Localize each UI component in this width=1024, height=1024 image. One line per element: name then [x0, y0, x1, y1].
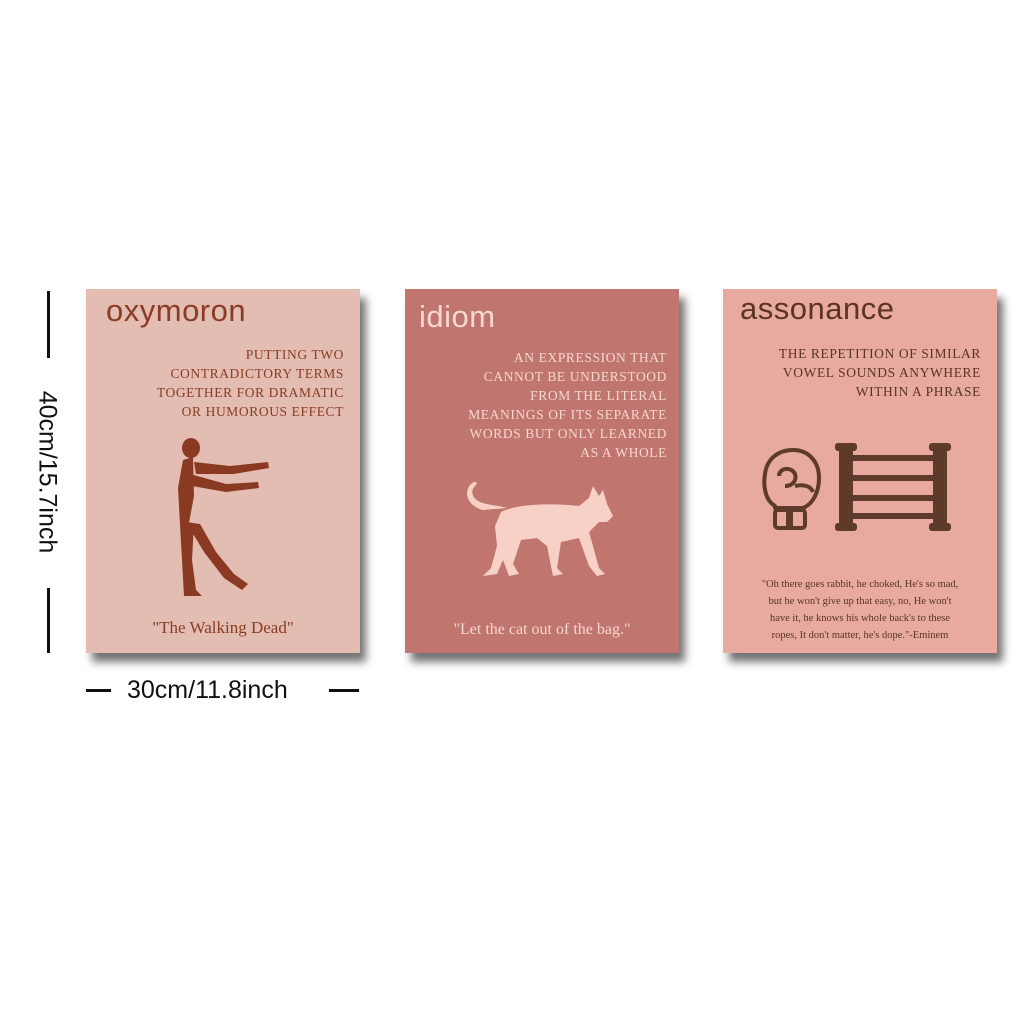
poster-idiom: idiom AN EXPRESSION THAT CANNOT BE UNDER…	[405, 289, 679, 653]
quote-line: ropes, It don't matter, he's dope."-Emin…	[771, 630, 949, 641]
height-label: 40cm/15.7inch	[33, 390, 62, 554]
width-marker-right-line	[329, 689, 359, 692]
definition-line: AS A WHOLE	[580, 445, 667, 460]
poster-quote: "Oh there goes rabbit, he choked, He's s…	[723, 576, 997, 644]
poster-quote: "Let the cat out of the bag."	[453, 621, 631, 638]
poster-quote: "The Walking Dead"	[152, 618, 294, 637]
height-marker-bottom-line	[47, 588, 50, 653]
poster-definition: THE REPETITION OF SIMILAR VOWEL SOUNDS A…	[779, 344, 981, 401]
poster-oxymoron: oxymoron PUTTING TWO CONTRADICTORY TERMS…	[86, 289, 360, 653]
definition-line: THE REPETITION OF SIMILAR	[778, 346, 981, 361]
definition-line: WITHIN A PHRASE	[855, 384, 981, 399]
boxing-glove-icon	[762, 448, 821, 530]
height-marker-top-line	[47, 291, 50, 358]
definition-line: AN EXPRESSION THAT	[513, 350, 667, 365]
definition-line: CONTRADICTORY TERMS	[170, 366, 344, 381]
definition-line: FROM THE LITERAL	[530, 388, 667, 403]
definition-line: MEANINGS OF ITS SEPARATE	[468, 407, 667, 422]
width-label: 30cm/11.8inch	[127, 676, 288, 704]
poster-title: assonance	[740, 291, 895, 326]
poster-title: idiom	[419, 299, 496, 334]
definition-line: VOWEL SOUNDS ANYWHERE	[782, 365, 981, 380]
poster-title: oxymoron	[106, 293, 247, 328]
definition-line: PUTTING TWO	[245, 347, 344, 362]
definition-line: CANNOT BE UNDERSTOOD	[483, 369, 667, 384]
zombie-silhouette-icon	[178, 438, 269, 596]
poster-assonance: assonance THE REPETITION OF SIMILAR VOWE…	[723, 289, 997, 653]
definition-line: TOGETHER FOR DRAMATIC	[156, 385, 344, 400]
boxing-ring-ropes-icon	[835, 443, 951, 531]
poster-definition: PUTTING TWO CONTRADICTORY TERMS TOGETHER…	[157, 345, 344, 421]
width-marker-left-line	[86, 689, 111, 692]
definition-line: OR HUMOROUS EFFECT	[181, 404, 344, 419]
definition-line: WORDS BUT ONLY LEARNED	[469, 426, 667, 441]
quote-line: "Oh there goes rabbit, he choked, He's s…	[761, 579, 959, 590]
cat-silhouette-icon	[467, 481, 613, 576]
poster-definition: AN EXPRESSION THAT CANNOT BE UNDERSTOOD …	[468, 348, 667, 462]
quote-line: but he won't give up that easy, no, He w…	[768, 596, 952, 607]
quote-line: have it, he knows his whole back's to th…	[769, 613, 951, 624]
